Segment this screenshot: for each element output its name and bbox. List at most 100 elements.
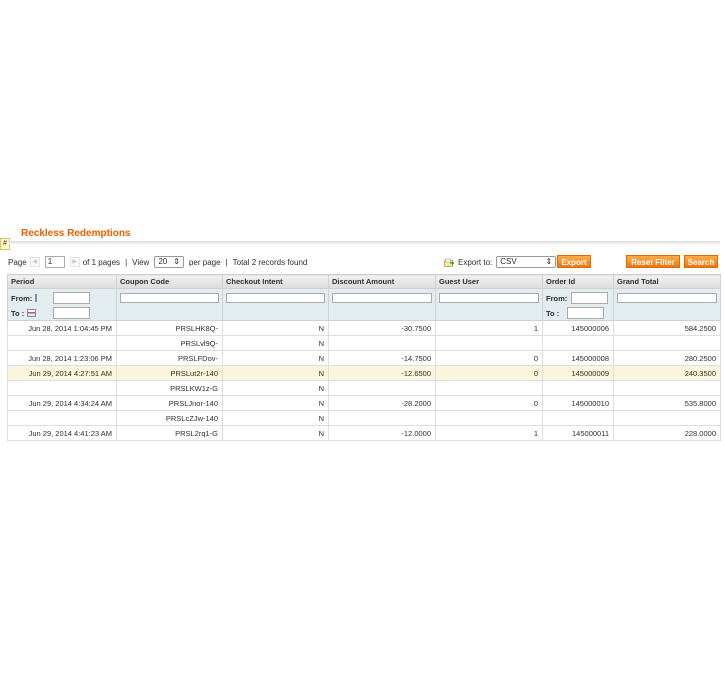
period-cell: Jun 29, 2014 4:34:24 AM	[7, 395, 117, 411]
table-row[interactable]: Jun 29, 2014 4:27:51 AM PRSLut2r-140 N -12.…	[7, 365, 721, 381]
calendar-icon[interactable]	[27, 309, 37, 317]
coupon-code-cell: PRSLcZJw-140	[116, 410, 223, 426]
coupon-code-cell: PRSLut2r-140	[116, 365, 223, 381]
grand-total-filter-input[interactable]	[617, 293, 717, 303]
guest-user-cell	[435, 380, 543, 396]
discount-amount-cell: -28.2000	[328, 395, 436, 411]
guest-user-filter	[435, 288, 543, 321]
checkout-intent-cell: N	[222, 395, 329, 411]
from-label: From:	[11, 293, 33, 303]
discount-amount-cell	[328, 410, 436, 426]
grand-total-cell: 240.3500	[613, 365, 721, 381]
discount-amount-cell: -30.7500	[328, 320, 436, 336]
pager-separator: |	[125, 257, 128, 267]
export-label: Export to:	[458, 257, 493, 267]
period-cell: Jun 28, 2014 1:23:06 PM	[7, 350, 117, 366]
period-cell: Jun 28, 2014 1:04:45 PM	[7, 320, 117, 336]
title-divider	[8, 241, 720, 244]
export-format-value: CSV	[500, 257, 517, 266]
column-header-period[interactable]: Period	[7, 274, 117, 289]
order-id-to-input[interactable]	[567, 307, 605, 319]
period-cell	[7, 335, 117, 351]
coupon-code-cell: PRSL2rq1-G	[116, 425, 223, 441]
grand-total-filter	[613, 288, 721, 321]
period-cell	[7, 410, 117, 426]
checkout-intent-cell: N	[222, 320, 329, 336]
table-row[interactable]: Jun 29, 2014 4:34:24 AM PRSLJnor-140 N -28.…	[7, 395, 721, 411]
column-header-checkout-intent[interactable]: Checkout Intent	[222, 274, 329, 289]
order-id-cell: 145000008	[542, 350, 614, 366]
column-header-guest-user[interactable]: Guest User	[435, 274, 543, 289]
grand-total-cell: 584.2500	[613, 320, 721, 336]
period-to-input[interactable]	[53, 307, 90, 319]
guest-user-filter-input[interactable]	[439, 293, 539, 303]
table-row[interactable]: PRSLcZJw-140 N	[7, 410, 721, 426]
search-button[interactable]: Search	[684, 255, 718, 268]
column-header-coupon-code[interactable]: Coupon Code	[116, 274, 223, 289]
column-header-grand-total[interactable]: Grand Total	[613, 274, 721, 289]
per-page-label: per page	[188, 257, 221, 267]
discount-amount-cell	[328, 335, 436, 351]
coupon-code-cell: PRSLKW1z-G	[116, 380, 223, 396]
next-page-icon[interactable]: ▶	[69, 257, 80, 267]
total-records: Total 2 records found	[232, 257, 308, 267]
export-button[interactable]: Export	[557, 255, 591, 268]
checkout-intent-cell: N	[222, 410, 329, 426]
per-page-select[interactable]: 20 ⇕	[154, 256, 184, 268]
select-arrows-icon: ⇕	[173, 257, 180, 266]
order-id-filter: From: To :	[542, 288, 614, 321]
order-id-cell: 145000010	[542, 395, 614, 411]
view-label: View	[132, 257, 150, 267]
order-from-label: From:	[546, 293, 568, 303]
checkout-intent-cell: N	[222, 350, 329, 366]
discount-amount-cell	[328, 380, 436, 396]
table-row[interactable]: PRSLvl9Q- N	[7, 335, 721, 351]
discount-amount-cell: -12.0000	[328, 425, 436, 441]
guest-user-cell: 0	[435, 350, 543, 366]
column-header-discount-amount[interactable]: Discount Amount	[328, 274, 436, 289]
coupon-code-cell: PRSLFDov-	[116, 350, 223, 366]
table-row[interactable]: Jun 28, 2014 1:23:06 PM PRSLFDov- N -14.750…	[7, 350, 721, 366]
period-cell: Jun 29, 2014 4:41:23 AM	[7, 425, 117, 441]
discount-amount-cell: -12.6500	[328, 365, 436, 381]
period-cell: Jun 29, 2014 4:27:51 AM	[7, 365, 117, 381]
order-id-cell	[542, 410, 614, 426]
table-row[interactable]: Jun 28, 2014 1:04:45 PM PRSLHK8Q- N -30.750…	[7, 320, 721, 336]
anchor-marker: #	[0, 238, 10, 250]
grand-total-cell	[613, 335, 721, 351]
coupon-code-cell: PRSLHK8Q-	[116, 320, 223, 336]
coupon-code-filter	[116, 288, 223, 321]
coupon-code-cell: PRSLJnor-140	[116, 395, 223, 411]
select-arrows-icon: ⇕	[545, 257, 553, 266]
order-id-cell: 145000009	[542, 365, 614, 381]
discount-amount-filter-input[interactable]	[332, 293, 432, 303]
page-number-input[interactable]: 1	[44, 256, 65, 268]
grand-total-cell: 228.0000	[613, 425, 721, 441]
table-row[interactable]: Jun 29, 2014 4:41:23 AM PRSL2rq1-G N -12.00…	[7, 425, 721, 441]
guest-user-cell: 1	[435, 425, 543, 441]
calendar-icon[interactable]	[35, 294, 38, 302]
coupon-code-cell: PRSLvl9Q-	[116, 335, 223, 351]
discount-amount-filter	[328, 288, 436, 321]
order-id-from-input[interactable]	[571, 292, 609, 304]
to-label: To :	[11, 308, 25, 318]
per-page-value: 20	[158, 257, 168, 266]
guest-user-cell: 0	[435, 395, 543, 411]
period-from-input[interactable]	[53, 292, 90, 304]
export-format-select[interactable]: CSV ⇕	[496, 256, 557, 268]
discount-amount-cell: -14.7500	[328, 350, 436, 366]
checkout-intent-filter-input[interactable]	[226, 293, 325, 303]
checkout-intent-cell: N	[222, 380, 329, 396]
prev-page-icon[interactable]: ◀	[29, 257, 40, 267]
reset-filter-button[interactable]: Reset Filter	[626, 255, 680, 268]
period-filter: From: To :	[7, 288, 117, 321]
coupon-code-filter-input[interactable]	[120, 293, 219, 303]
column-header-order-id[interactable]: Order Id	[542, 274, 614, 289]
export-icon	[444, 258, 454, 267]
filter-row: From: To : From: To :	[7, 288, 721, 321]
pager: Page ◀ 1 ▶ of 1 pages | View 20 ⇕ per pa…	[8, 255, 307, 269]
checkout-intent-cell: N	[222, 425, 329, 441]
table-row[interactable]: PRSLKW1z-G N	[7, 380, 721, 396]
guest-user-cell: 0	[435, 365, 543, 381]
header-row: Period Coupon Code Checkout Intent Disco…	[7, 274, 721, 289]
